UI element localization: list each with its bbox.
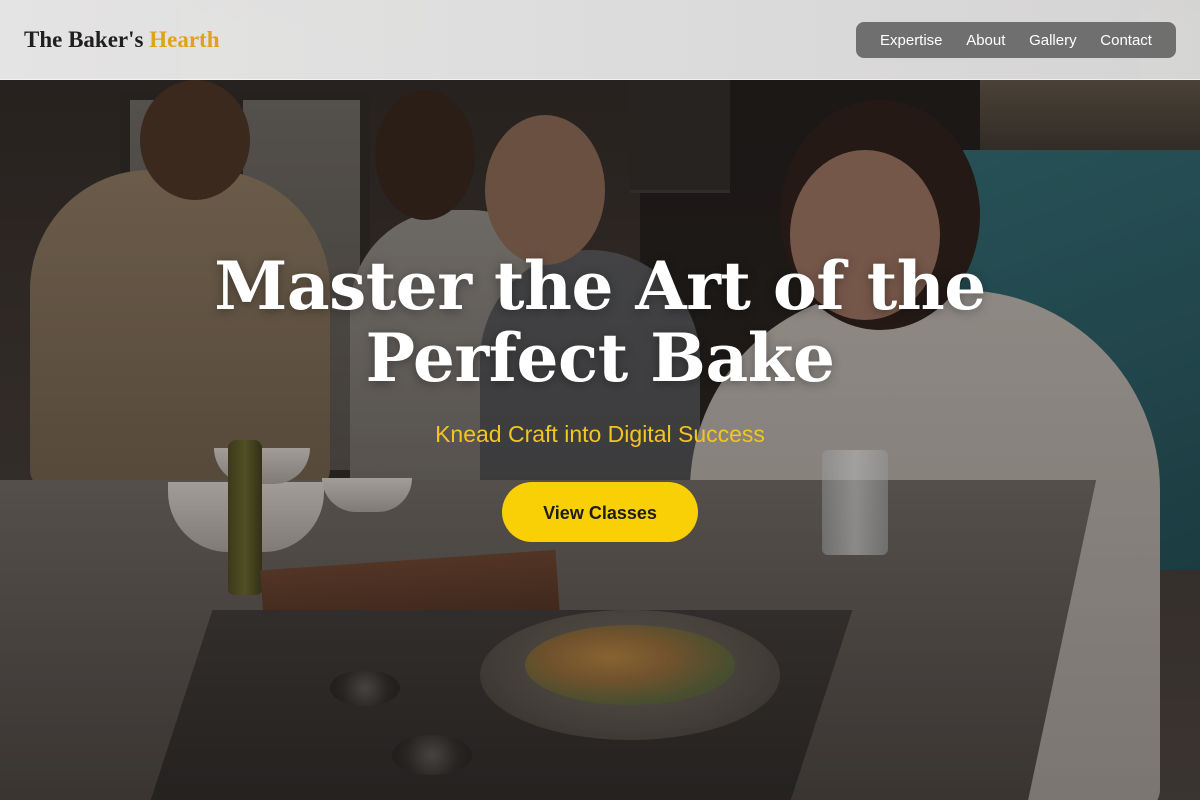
site-header: The Baker's Hearth Expertise About Galle…: [0, 0, 1200, 80]
hero-content: Master the Art of the Perfect Bake Knead…: [0, 250, 1200, 542]
hero-title-line-2: Perfect Bake: [365, 319, 835, 397]
logo-accent-text: Hearth: [149, 27, 220, 52]
logo-main-text: The Baker's: [24, 27, 144, 52]
view-classes-button[interactable]: View Classes: [502, 482, 698, 542]
hero-subtitle: Knead Craft into Digital Success: [435, 421, 765, 447]
hero-title-line-1: Master the Art of the: [214, 247, 986, 325]
hero-title: Master the Art of the Perfect Bake: [200, 250, 1000, 394]
main-nav: Expertise About Gallery Contact: [856, 22, 1176, 58]
nav-link-expertise[interactable]: Expertise: [880, 32, 943, 49]
site-logo[interactable]: The Baker's Hearth: [24, 24, 220, 56]
nav-link-gallery[interactable]: Gallery: [1029, 32, 1077, 49]
nav-link-about[interactable]: About: [966, 32, 1005, 49]
nav-link-contact[interactable]: Contact: [1100, 32, 1152, 49]
